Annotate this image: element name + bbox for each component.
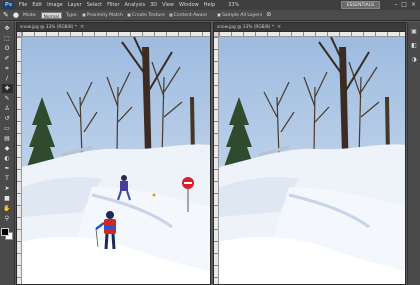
menu-help[interactable]: Help <box>204 0 215 10</box>
clone-stamp-icon[interactable]: ♙ <box>2 104 13 113</box>
move-icon[interactable]: ✥ <box>2 24 13 33</box>
mode-select[interactable]: Normal <box>40 11 62 19</box>
texture-label: Create Texture <box>131 12 165 18</box>
type-icon[interactable]: T <box>2 174 13 183</box>
type-proximity-radio[interactable]: Proximity Match <box>81 12 123 18</box>
minimize-icon[interactable]: – <box>394 1 397 9</box>
checkbox-box <box>217 13 222 17</box>
document-tab-label: snow.jpg @ 33% (RGB/8) * <box>217 24 274 30</box>
radio-dot <box>81 13 86 17</box>
document-window-retouched[interactable]: snow.jpg @ 33% (RGB/8) * × <box>213 22 406 285</box>
photoshop-window: Ps File Edit Image Layer Select Filter A… <box>0 0 420 285</box>
image-canvas-original[interactable] <box>22 37 210 284</box>
zoom-level[interactable]: 33% <box>228 2 239 8</box>
stop-sign-bar <box>184 182 192 184</box>
maximize-icon[interactable]: □ <box>401 1 407 9</box>
menu-3d[interactable]: 3D <box>150 0 157 10</box>
snow-scene-original <box>22 37 210 284</box>
pen-icon[interactable]: ✒ <box>2 164 13 173</box>
history-brush-icon[interactable]: ↺ <box>2 114 13 123</box>
document-tab[interactable]: snow.jpg @ 33% (RGB/8) * × <box>214 23 405 32</box>
menu-analysis[interactable]: Analysis <box>125 0 146 10</box>
tools-panel: ✥ ⬚ ʘ ✐ ⌗ ∕ ✚ ✎ ♙ ↺ ▭ ▤ ◆ ◐ ✒ T ➤ ■ ✋ ⚲ <box>0 22 15 285</box>
menu-file[interactable]: File <box>19 0 27 10</box>
document-tab[interactable]: snow.jpg @ 33% (RGB/8) * × <box>17 23 210 32</box>
spot-healing-icon[interactable]: ✚ <box>1 84 13 93</box>
menu-view[interactable]: View <box>162 0 174 10</box>
history-panel-icon[interactable]: ◧ <box>410 42 419 50</box>
sample-all-layers-checkbox[interactable]: Sample All Layers <box>217 13 262 18</box>
eyedropper-icon[interactable]: ∕ <box>2 74 13 83</box>
menu-edit[interactable]: Edit <box>32 0 42 10</box>
document-tab-label: snow.jpg @ 33% (RGB/8) * <box>20 24 77 30</box>
pressure-icon[interactable]: ⊘ <box>266 10 271 20</box>
snow-scene-retouched <box>219 37 405 284</box>
panel-dock: ▣ ◧ ◑ <box>407 22 420 285</box>
window-controls: – □ × <box>394 1 416 9</box>
workspace-button[interactable]: ESSENTIALS <box>340 1 380 9</box>
quick-select-icon[interactable]: ✐ <box>2 54 13 63</box>
type-content-aware-radio[interactable]: Content-Aware <box>168 12 208 18</box>
radio-dot-selected <box>168 13 173 17</box>
close-tab-icon[interactable]: × <box>80 24 84 30</box>
hand-icon[interactable]: ✋ <box>2 204 13 213</box>
brush-size-icon[interactable]: ● <box>13 10 19 20</box>
dodge-icon[interactable]: ◐ <box>2 154 13 163</box>
shape-icon[interactable]: ■ <box>2 194 13 203</box>
proximity-label: Proximity Match <box>86 12 123 18</box>
menu-filter[interactable]: Filter <box>107 0 119 10</box>
image-canvas-retouched[interactable] <box>219 37 405 284</box>
spot-healing-brush-icon[interactable]: ✎ <box>3 10 9 20</box>
photoshop-logo: Ps <box>3 1 14 9</box>
blur-icon[interactable]: ◆ <box>2 144 13 153</box>
eraser-icon[interactable]: ▭ <box>2 124 13 133</box>
radio-dot <box>126 13 131 17</box>
adjustments-panel-icon[interactable]: ◑ <box>410 56 419 64</box>
options-bar: ✎ ● Mode: Normal Type: Proximity Match C… <box>0 10 420 21</box>
menu-select[interactable]: Select <box>87 0 102 10</box>
lasso-icon[interactable]: ʘ <box>2 44 13 53</box>
content-aware-label: Content-Aware <box>173 12 208 18</box>
color-swatches[interactable] <box>1 228 13 240</box>
crop-icon[interactable]: ⌗ <box>2 64 13 73</box>
gradient-icon[interactable]: ▤ <box>2 134 13 143</box>
close-icon[interactable]: × <box>411 1 416 9</box>
menu-bar: Ps File Edit Image Layer Select Filter A… <box>0 0 420 10</box>
mode-label: Mode: <box>22 12 37 18</box>
document-window-original[interactable]: snow.jpg @ 33% (RGB/8) * × <box>16 22 211 285</box>
sample-all-layers-label: Sample All Layers <box>222 12 263 18</box>
menu-image[interactable]: Image <box>47 0 63 10</box>
brush-icon[interactable]: ✎ <box>2 94 13 103</box>
type-label: Type: <box>65 12 78 18</box>
type-texture-radio[interactable]: Create Texture <box>126 12 165 18</box>
menu-window[interactable]: Window <box>179 0 199 10</box>
marquee-icon[interactable]: ⬚ <box>2 34 13 43</box>
foreground-color-swatch[interactable] <box>1 228 9 236</box>
layers-panel-icon[interactable]: ▣ <box>410 28 419 36</box>
close-tab-icon[interactable]: × <box>277 24 281 30</box>
zoom-icon[interactable]: ⚲ <box>2 214 13 223</box>
path-select-icon[interactable]: ➤ <box>2 184 13 193</box>
menu-layer[interactable]: Layer <box>68 0 82 10</box>
